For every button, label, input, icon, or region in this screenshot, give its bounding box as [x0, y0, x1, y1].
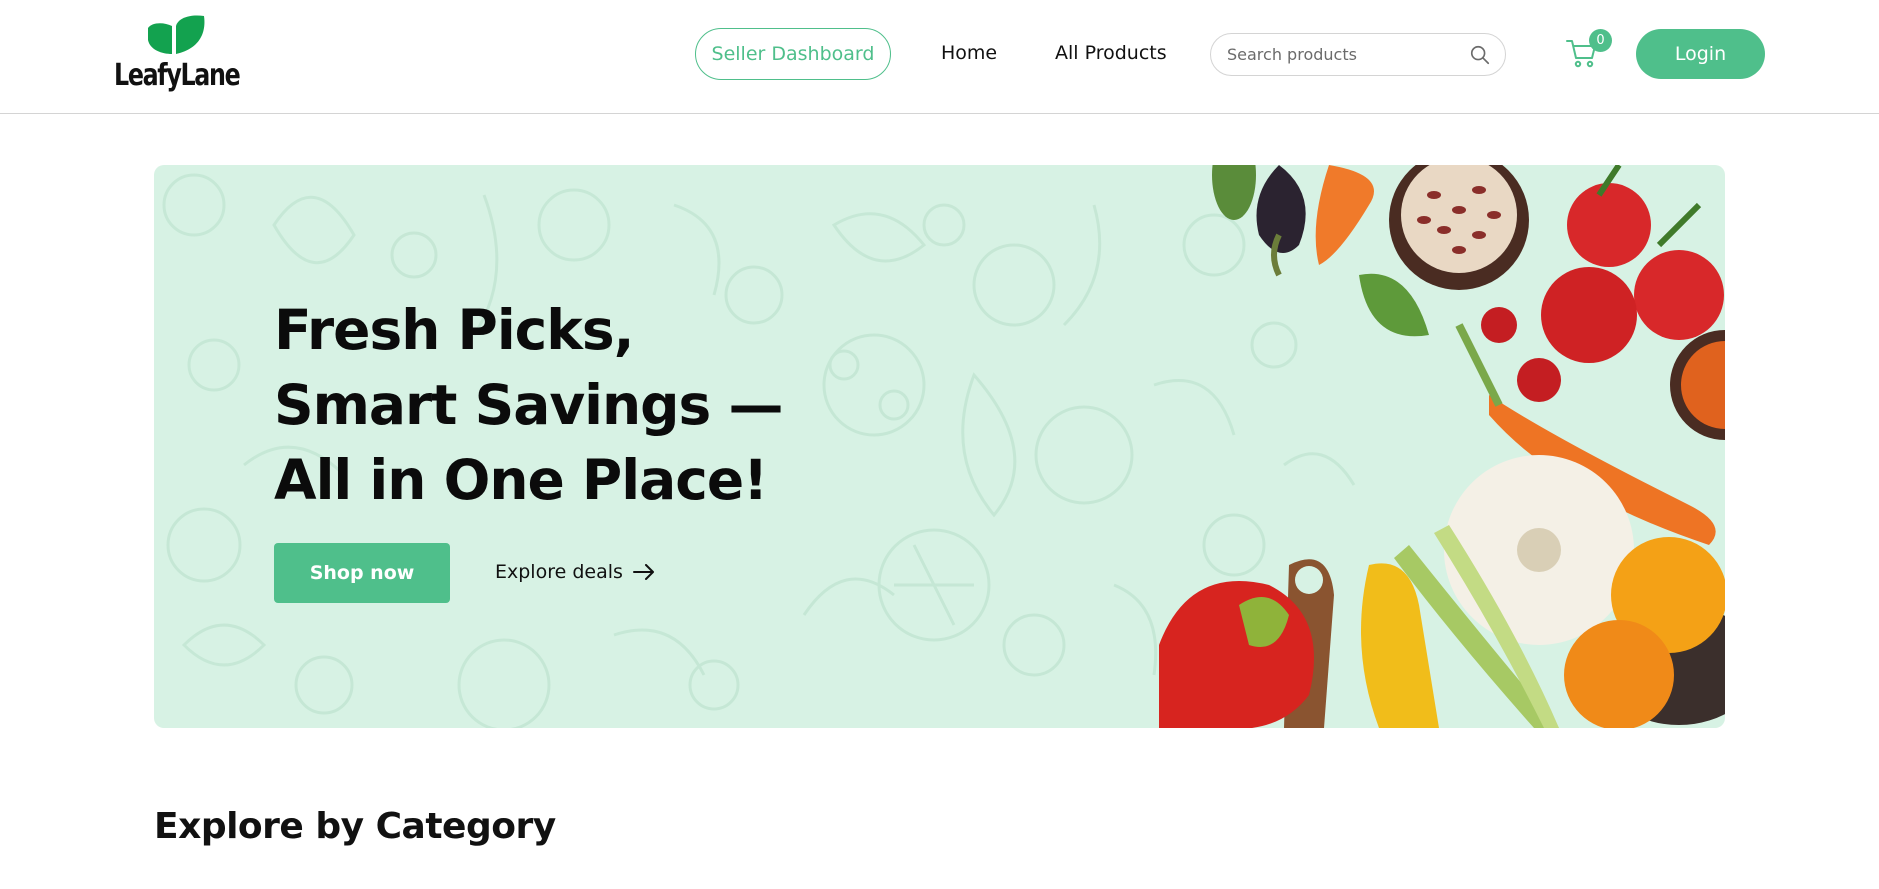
explore-deals-label: Explore deals: [495, 561, 623, 583]
vegetables-illustration: [1159, 165, 1725, 728]
cart-count-badge: 0: [1589, 29, 1612, 52]
explore-by-category-heading: Explore by Category: [154, 806, 556, 847]
nav-link-home[interactable]: Home: [941, 42, 997, 64]
shop-now-button[interactable]: Shop now: [274, 543, 450, 603]
seller-dashboard-button[interactable]: Seller Dashboard: [695, 28, 891, 80]
login-button[interactable]: Login: [1636, 29, 1765, 79]
hero-headline: Fresh Picks, Smart Savings — All in One …: [274, 298, 783, 512]
nav-link-all-products[interactable]: All Products: [1055, 42, 1167, 64]
brand-name: LeafyLane: [114, 58, 241, 93]
search-box: [1210, 33, 1506, 76]
explore-deals-link[interactable]: Explore deals: [495, 561, 655, 583]
brand-logo[interactable]: LeafyLane: [114, 14, 242, 94]
search-icon[interactable]: [1469, 44, 1491, 66]
search-input[interactable]: [1227, 34, 1457, 74]
hero-banner: Fresh Picks, Smart Savings — All in One …: [154, 165, 1725, 728]
leaf-logo-icon: [148, 15, 205, 54]
top-navbar: LeafyLane Seller Dashboard Home All Prod…: [0, 0, 1879, 114]
arrow-right-icon: [632, 564, 654, 580]
